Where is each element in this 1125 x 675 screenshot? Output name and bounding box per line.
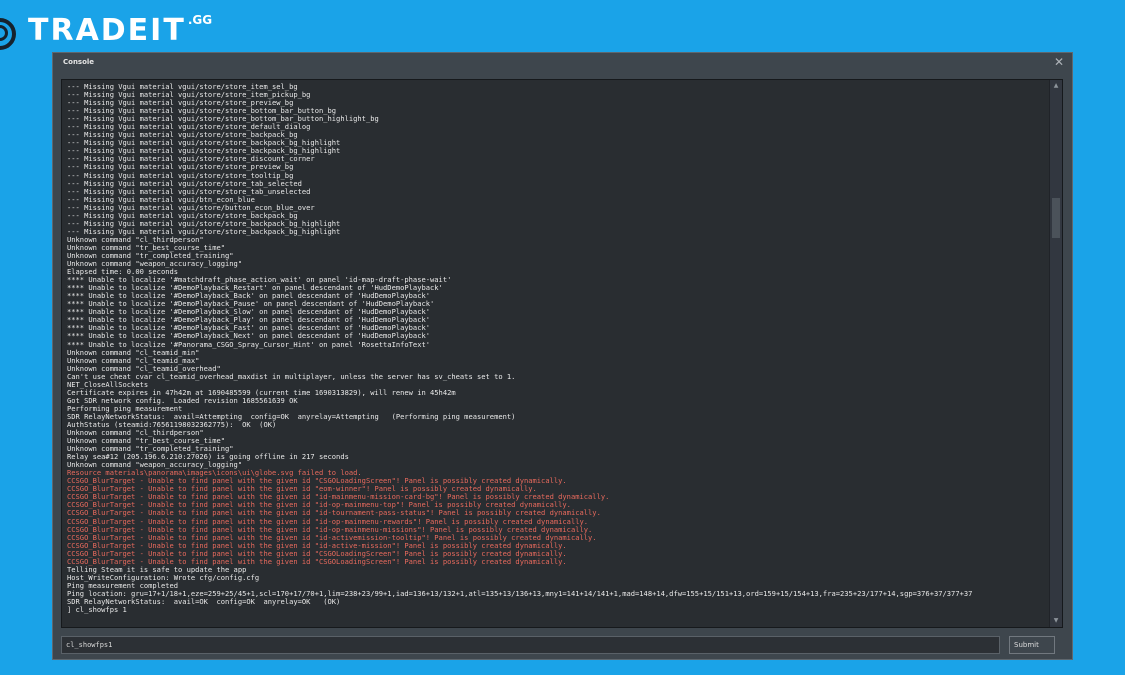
console-line: **** Unable to localize '#DemoPlayback_N… (67, 332, 431, 341)
console-line: CCSGO_BlurTarget - Unable to find panel … (67, 557, 567, 566)
brand-suffix: .GG (187, 13, 213, 27)
console-line: CCSGO_BlurTarget - Unable to find panel … (67, 533, 597, 542)
console-line: --- Missing Vgui material vgui/store/sto… (67, 91, 311, 100)
tradeit-logo: TRADEIT .GG (0, 10, 212, 50)
console-line: SDR RelayNetworkStatus: avail=Attempting… (67, 412, 516, 421)
console-line: **** Unable to localize '#DemoPlayback_P… (67, 300, 435, 309)
console-line: Can't use cheat cvar cl_teamid_overhead_… (67, 372, 516, 381)
console-line: --- Missing Vgui material vgui/store/sto… (67, 139, 341, 148)
title-bar: Console ✕ (53, 53, 1072, 73)
console-line: SDR RelayNetworkStatus: avail=OK config=… (67, 598, 341, 606)
console-line: **** Unable to localize '#Panorama_CSGO_… (67, 340, 431, 349)
console-line: **** Unable to localize '#DemoPlayback_P… (67, 316, 431, 325)
console-line: Unknown command "tr_best_course_time" (67, 243, 226, 252)
console-line: Ping location: gru=17+1/18+1,eze=259+25/… (67, 589, 973, 598)
console-line: CCSGO_BlurTarget - Unable to find panel … (67, 525, 593, 534)
console-line: Unknown command "cl_teamid_overhead" (67, 364, 221, 373)
console-line: CCSGO_BlurTarget - Unable to find panel … (67, 501, 571, 510)
close-icon[interactable]: ✕ (1054, 56, 1064, 68)
console-line: --- Missing Vgui material vgui/store/sto… (67, 147, 341, 156)
console-line: CCSGO_BlurTarget - Unable to find panel … (67, 549, 567, 558)
scroll-down-icon[interactable]: ▼ (1050, 615, 1062, 627)
console-line: CCSGO_BlurTarget - Unable to find panel … (67, 517, 589, 526)
console-line: Ping measurement completed (67, 581, 179, 590)
scrollbar[interactable]: ▲ ▼ (1049, 80, 1062, 627)
console-line: **** Unable to localize '#DemoPlayback_B… (67, 292, 431, 301)
console-line: Relay sea#12 (205.196.6.210:27026) is go… (67, 453, 349, 462)
console-line: **** Unable to localize '#matchdraft_pha… (67, 276, 452, 285)
console-window: Console ✕ --- Missing Vgui material vgui… (52, 52, 1073, 660)
console-line: --- Missing Vgui material vgui/store/sto… (67, 123, 311, 132)
console-line: CCSGO_BlurTarget - Unable to find panel … (67, 485, 537, 494)
console-line: Unknown command "cl_thirdperson" (67, 429, 204, 438)
console-line: Unknown command "tr_completed_training" (67, 251, 234, 260)
console-line: Unknown command "cl_teamid_min" (67, 348, 200, 357)
console-output: --- Missing Vgui material vgui/store/sto… (61, 79, 1063, 628)
window-title: Console (63, 58, 95, 66)
console-line: Performing ping measurement (67, 404, 183, 413)
console-line: Telling Steam it is safe to update the a… (67, 565, 247, 574)
console-line: Unknown command "weapon_accuracy_logging… (67, 461, 243, 470)
console-line: --- Missing Vgui material vgui/store/but… (67, 203, 315, 212)
scroll-thumb[interactable] (1052, 198, 1060, 238)
console-line: Certificate expires in 47h42m at 1690485… (67, 388, 456, 397)
console-line: --- Missing Vgui material vgui/store/sto… (67, 227, 341, 236)
console-line: --- Missing Vgui material vgui/store/sto… (67, 155, 315, 164)
console-line: --- Missing Vgui material vgui/store/sto… (67, 179, 302, 188)
console-line: Resource materials\panorama\images\icons… (67, 469, 362, 478)
console-line: Unknown command "weapon_accuracy_logging… (67, 260, 243, 269)
console-line: CCSGO_BlurTarget - Unable to find panel … (67, 541, 567, 550)
command-input[interactable]: cl_showfps1 (61, 636, 1000, 654)
console-line: --- Missing Vgui material vgui/store/sto… (67, 107, 337, 116)
console-line: Unknown command "cl_thirdperson" (67, 235, 204, 244)
console-line: --- Missing Vgui material vgui/store/sto… (67, 219, 341, 228)
console-line: Host_WriteConfiguration: Wrote cfg/confi… (67, 573, 260, 582)
console-line: Elapsed time: 0.00 seconds (67, 268, 179, 277)
brand-name: TRADEIT (28, 12, 186, 48)
console-line: Got SDR network config. Loaded revision … (67, 396, 298, 405)
console-line: --- Missing Vgui material vgui/store/sto… (67, 115, 379, 124)
submit-button[interactable]: Submit (1009, 636, 1055, 654)
console-line: Unknown command "tr_best_course_time" (67, 437, 226, 446)
console-line: **** Unable to localize '#DemoPlayback_F… (67, 324, 431, 333)
console-line: NET_CloseAllSockets (67, 380, 149, 389)
console-line: --- Missing Vgui material vgui/store/sto… (67, 171, 294, 180)
console-line: --- Missing Vgui material vgui/store/sto… (67, 99, 294, 108)
console-line: CCSGO_BlurTarget - Unable to find panel … (67, 493, 610, 502)
console-line: **** Unable to localize '#DemoPlayback_R… (67, 284, 443, 293)
console-line: --- Missing Vgui material vgui/store/sto… (67, 163, 294, 172)
console-line: AuthStatus (steamid:76561198032362775): … (67, 420, 277, 429)
console-log: --- Missing Vgui material vgui/store/sto… (67, 83, 1047, 614)
console-line: --- Missing Vgui material vgui/store/sto… (67, 211, 298, 220)
signal-icon (0, 10, 22, 50)
console-line: CCSGO_BlurTarget - Unable to find panel … (67, 509, 601, 518)
console-line: --- Missing Vgui material vgui/store/sto… (67, 187, 311, 196)
console-line: **** Unable to localize '#DemoPlayback_S… (67, 308, 431, 317)
console-line: --- Missing Vgui material vgui/btn_econ_… (67, 195, 255, 204)
console-line: Unknown command "cl_teamid_max" (67, 356, 200, 365)
scroll-up-icon[interactable]: ▲ (1050, 80, 1062, 92)
console-line: ] cl_showfps 1 (67, 606, 127, 615)
console-line: --- Missing Vgui material vgui/store/sto… (67, 131, 298, 140)
console-line: --- Missing Vgui material vgui/store/sto… (67, 83, 298, 91)
console-line: Unknown command "tr_completed_training" (67, 445, 234, 454)
console-line: CCSGO_BlurTarget - Unable to find panel … (67, 477, 567, 486)
